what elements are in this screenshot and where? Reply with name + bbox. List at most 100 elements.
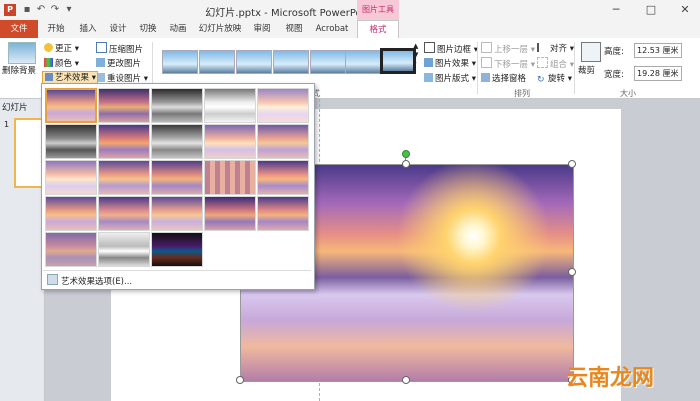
tab-review[interactable]: 审阅 (248, 20, 276, 38)
sun-icon (44, 43, 53, 52)
group-button[interactable]: 组合 ▾ (537, 57, 574, 70)
palette-icon (44, 58, 53, 67)
artistic-effect-glow-diffused[interactable] (204, 124, 256, 159)
tab-home[interactable]: 开始 (42, 20, 70, 38)
artistic-effect-line-drawing[interactable] (257, 88, 309, 123)
artistic-effect-film-grain[interactable] (151, 160, 203, 195)
styles-scroll-icon[interactable]: ▲ ▼ ▾ (413, 42, 418, 69)
width-input[interactable]: 19.28 厘米 (634, 66, 682, 81)
artistic-effect-pencil-grayscale[interactable] (151, 88, 203, 123)
title-bar: P ▪ ↶ ↷ ▾ 幻灯片.pptx - Microsoft PowerPoin… (0, 0, 700, 21)
effects-icon (424, 58, 433, 67)
tab-transitions[interactable]: 切换 (134, 20, 162, 38)
crop-icon[interactable] (581, 42, 601, 62)
restore-icon[interactable]: □ (640, 2, 662, 18)
tab-format[interactable]: 格式 (357, 20, 399, 40)
tab-file[interactable]: 文件 (0, 20, 38, 38)
resize-handle-bottom[interactable] (402, 376, 410, 384)
resize-handle-bottom-left[interactable] (236, 376, 244, 384)
tab-insert[interactable]: 插入 (74, 20, 102, 38)
picture-effects-button[interactable]: 图片效果 ▾ (424, 57, 476, 69)
picture-style-1[interactable] (162, 50, 198, 74)
size-group-label: 大小 (620, 89, 636, 98)
artistic-effect-crisscross-etching[interactable] (151, 196, 203, 231)
redo-icon[interactable]: ↷ (48, 3, 62, 17)
picture-style-2[interactable] (199, 50, 235, 74)
picture-style-4[interactable] (273, 50, 309, 74)
height-input[interactable]: 12.53 厘米 (634, 43, 682, 58)
options-icon (47, 274, 58, 285)
artistic-effect-plastic-wrap[interactable] (257, 196, 309, 231)
remove-background-icon[interactable] (8, 42, 36, 64)
picture-style-7[interactable] (380, 48, 416, 74)
picture-style-3[interactable] (236, 50, 272, 74)
change-picture-button[interactable]: 更改图片 (96, 57, 141, 69)
tab-acrobat[interactable]: Acrobat (312, 20, 352, 38)
picture-style-5[interactable] (310, 50, 346, 74)
artistic-effect-none[interactable] (45, 88, 97, 123)
artistic-effect-mosaic-bubbles[interactable] (204, 160, 256, 195)
artistic-effect-glow-edges[interactable] (151, 232, 203, 267)
bring-forward-button[interactable]: 上移一层 ▾ (481, 42, 535, 55)
layout-icon (424, 73, 433, 82)
close-icon[interactable]: ✕ (674, 2, 696, 18)
artistic-effect-blur[interactable] (257, 124, 309, 159)
artistic-effects-options-link[interactable]: 艺术效果选项(E)... (47, 274, 132, 287)
picture-tools-context-label: 图片工具 (357, 0, 399, 20)
remove-background-button[interactable]: 删除背景 (2, 64, 36, 76)
compress-icon (96, 42, 107, 53)
picture-style-6[interactable] (345, 50, 381, 74)
tab-design[interactable]: 设计 (104, 20, 132, 38)
powerpoint-app-icon[interactable]: P (4, 4, 16, 16)
artistic-effect-photocopy[interactable] (98, 232, 150, 267)
selection-pane-button[interactable]: 选择窗格 (481, 72, 526, 84)
send-backward-button[interactable]: 下移一层 ▾ (481, 57, 535, 70)
tab-slides[interactable]: 幻灯片 (2, 101, 28, 113)
artistic-effect-watercolor-sponge[interactable] (98, 160, 150, 195)
watermark-text: 云南龙网 (566, 366, 655, 391)
artistic-effect-texturizer[interactable] (98, 196, 150, 231)
save-icon[interactable]: ▪ (20, 3, 34, 17)
resize-handle-right[interactable] (568, 268, 576, 276)
ribbon-tabs: 文件 开始 插入 设计 切换 动画 幻灯片放映 审阅 视图 Acrobat 格式 (0, 20, 700, 40)
align-icon (537, 43, 548, 52)
tab-view[interactable]: 视图 (280, 20, 308, 38)
artistic-effect-marker[interactable] (98, 88, 150, 123)
artistic-effect-chalk-sketch[interactable] (45, 124, 97, 159)
artistic-effect-light-screen[interactable] (45, 160, 97, 195)
picture-layout-button[interactable]: 图片版式 ▾ (424, 72, 476, 84)
rotate-button[interactable]: ↻ 旋转 ▾ (537, 72, 572, 85)
rotate-handle[interactable] (402, 150, 410, 158)
color-button[interactable]: 颜色 ▾ (44, 57, 79, 69)
artistic-effect-glass[interactable] (257, 160, 309, 195)
corrections-button[interactable]: 更正 ▾ (44, 42, 79, 54)
rotate-icon: ↻ (537, 75, 545, 85)
align-button[interactable]: 对齐 ▾ (537, 42, 574, 54)
minimize-icon[interactable]: ─ (605, 2, 627, 18)
compress-pictures-button[interactable]: 压缩图片 (96, 42, 143, 55)
customize-icon[interactable]: ▾ (62, 3, 76, 17)
artistic-effect-cement[interactable] (45, 196, 97, 231)
undo-icon[interactable]: ↶ (34, 3, 48, 17)
artistic-effect-pastels-smooth[interactable] (204, 196, 256, 231)
selection-pane-icon (481, 73, 490, 82)
bring-forward-icon (481, 42, 492, 53)
artistic-effect-pencil-sketch[interactable] (204, 88, 256, 123)
group-separator (477, 42, 478, 94)
tab-slideshow[interactable]: 幻灯片放映 (196, 20, 244, 38)
width-label: 宽度: (604, 70, 624, 80)
change-picture-icon (96, 58, 105, 67)
resize-handle-top[interactable] (402, 160, 410, 168)
gallery-separator (43, 270, 311, 271)
crop-button[interactable]: 裁剪 (578, 64, 595, 76)
slide-number: 1 (4, 120, 10, 129)
resize-handle-top-right[interactable] (568, 160, 576, 168)
arrange-group-label: 排列 (514, 89, 530, 98)
artistic-effect-cutout[interactable] (45, 232, 97, 267)
artistic-effect-paint-strokes[interactable] (98, 124, 150, 159)
border-icon (424, 42, 435, 53)
artistic-effect-paint-brush[interactable] (151, 124, 203, 159)
send-backward-icon (481, 57, 492, 68)
tab-animations[interactable]: 动画 (164, 20, 192, 38)
picture-border-button[interactable]: 图片边框 ▾ (424, 42, 478, 55)
